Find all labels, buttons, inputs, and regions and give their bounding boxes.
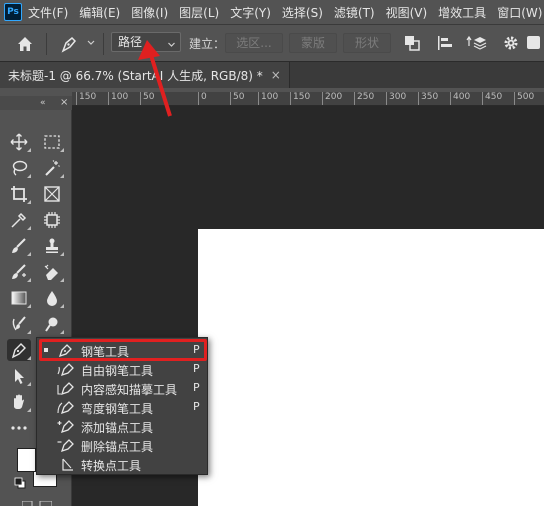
ruler-tick: 350 [418, 92, 438, 105]
gear-icon[interactable] [502, 34, 520, 52]
flyout-item-label: 转换点工具 [81, 459, 142, 473]
flyout-item-delete-anchor[interactable]: 删除锚点工具 [37, 436, 207, 455]
add-anchor-icon [57, 419, 75, 434]
pen-tool-icon[interactable] [7, 339, 31, 361]
divider [103, 33, 104, 55]
document-tab-bar: 未标题-1 @ 66.7% (StartAI 人生成, RGB/8) * × [0, 62, 544, 88]
ruler-tick: 200 [322, 92, 342, 105]
more-tools-icon[interactable] [7, 417, 31, 439]
dodge-tool-icon[interactable] [40, 313, 64, 335]
menu-file[interactable]: 文件(F) [28, 4, 68, 21]
ruler-tick: 50 [230, 92, 244, 105]
options-bar: 路径 建立： 选区... 蒙版 形状 [0, 24, 544, 62]
flyout-item-add-anchor[interactable]: 添加锚点工具 [37, 417, 207, 436]
photoshop-logo-icon[interactable]: Ps [4, 3, 22, 21]
menu-edit[interactable]: 编辑(E) [79, 4, 120, 21]
tools-panel-header[interactable]: « × [0, 96, 72, 110]
flyout-item-freeform-pen[interactable]: 自由钢笔工具 P [37, 360, 207, 379]
path-arrangement-icon[interactable] [466, 34, 488, 52]
ruler-tick: 300 [386, 92, 406, 105]
healing-brush-icon[interactable] [7, 261, 31, 283]
ruler-tick: 250 [354, 92, 374, 105]
brush-tool-icon[interactable] [7, 235, 31, 257]
flyout-item-label: 弯度钢笔工具 [81, 402, 154, 416]
close-icon[interactable]: × [60, 97, 68, 108]
build-label: 建立： [189, 37, 226, 51]
menu-layer[interactable]: 图层(L) [179, 4, 219, 21]
blur-tool-icon[interactable] [40, 287, 64, 309]
menu-window[interactable]: 窗口(W) [497, 4, 542, 21]
ruler-tick: 500 [514, 92, 534, 105]
flyout-item-label: 内容感知描摹工具 [81, 383, 178, 397]
object-selection-icon[interactable] [40, 209, 64, 231]
crop-tool-icon[interactable] [7, 183, 31, 205]
ruler-tick: 400 [450, 92, 470, 105]
foreground-color-swatch[interactable] [17, 448, 36, 472]
content-aware-tracing-icon [57, 381, 75, 396]
eraser-tool-icon[interactable] [40, 261, 64, 283]
menu-bar: Ps 文件(F) 编辑(E) 图像(I) 图层(L) 文字(Y) 选择(S) 滤… [0, 0, 544, 24]
history-brush-icon[interactable] [7, 313, 31, 335]
magic-wand-icon[interactable] [40, 157, 64, 179]
default-colors-icon[interactable] [14, 477, 26, 489]
ruler-tick: 100 [108, 92, 128, 105]
flyout-item-convert-point[interactable]: 转换点工具 [37, 455, 207, 474]
flyout-item-content-aware-tracing[interactable]: 内容感知描摹工具 P [37, 379, 207, 398]
menu-filter[interactable]: 滤镜(T) [334, 4, 375, 21]
ruler-tick: 450 [482, 92, 502, 105]
flyout-item-label: 自由钢笔工具 [81, 364, 154, 378]
ruler-tick: 0 [198, 92, 207, 105]
menu-select[interactable]: 选择(S) [282, 4, 323, 21]
menu-plugins[interactable]: 增效工具 [438, 4, 486, 21]
ruler-tick: 150 [76, 92, 96, 105]
hand-tool-icon[interactable] [7, 391, 31, 413]
collapse-icon[interactable]: « [40, 98, 46, 108]
ruler-tick: 100 [258, 92, 278, 105]
lasso-tool-icon[interactable] [7, 157, 31, 179]
menu-type[interactable]: 文字(Y) [230, 4, 271, 21]
path-operations-icon[interactable] [403, 34, 421, 52]
delete-anchor-icon [57, 438, 75, 453]
path-alignment-icon[interactable] [436, 34, 454, 52]
move-tool-icon[interactable] [7, 131, 31, 153]
gradient-tool-icon[interactable] [7, 287, 31, 309]
freeform-pen-icon [57, 362, 75, 377]
make-mask-button[interactable]: 蒙版 [289, 33, 337, 53]
divider [46, 33, 47, 55]
ruler-tick: 150 [290, 92, 310, 105]
curvature-pen-icon [57, 400, 75, 415]
make-selection-button[interactable]: 选区... [225, 33, 283, 53]
highlight-box-annotation [39, 339, 207, 361]
pen-tool-preset-icon[interactable] [58, 33, 80, 55]
flyout-item-label: 删除锚点工具 [81, 440, 154, 454]
flyout-item-shortcut: P [193, 400, 200, 413]
frame-tool-icon[interactable] [40, 183, 64, 205]
menu-items: 文件(F) 编辑(E) 图像(I) 图层(L) 文字(Y) 选择(S) 滤镜(T… [28, 0, 544, 24]
flyout-item-curvature-pen[interactable]: 弯度钢笔工具 P [37, 398, 207, 417]
document-canvas[interactable] [198, 229, 544, 506]
menu-image[interactable]: 图像(I) [131, 4, 168, 21]
stamp-tool-icon[interactable] [40, 235, 64, 257]
flyout-item-shortcut: P [193, 381, 200, 394]
home-icon[interactable] [14, 33, 36, 55]
menu-view[interactable]: 视图(V) [386, 4, 428, 21]
red-arrow-annotation [130, 38, 190, 118]
flyout-item-label: 添加锚点工具 [81, 421, 154, 435]
align-edges-checkbox[interactable] [527, 36, 540, 49]
make-shape-button[interactable]: 形状 [343, 33, 391, 53]
close-icon[interactable]: × [271, 68, 281, 82]
flyout-item-shortcut: P [193, 362, 200, 375]
eyedropper-tool-icon[interactable] [7, 209, 31, 231]
convert-point-icon [57, 457, 75, 472]
path-selection-icon[interactable] [7, 365, 31, 387]
quick-mask-icon[interactable] [21, 498, 53, 506]
chevron-down-icon[interactable] [86, 37, 96, 49]
marquee-tool-icon[interactable] [40, 131, 64, 153]
pen-tools-flyout: 钢笔工具 P 自由钢笔工具 P 内容感知描摹工具 P 弯度钢笔工具 P 添加锚点… [36, 337, 208, 475]
